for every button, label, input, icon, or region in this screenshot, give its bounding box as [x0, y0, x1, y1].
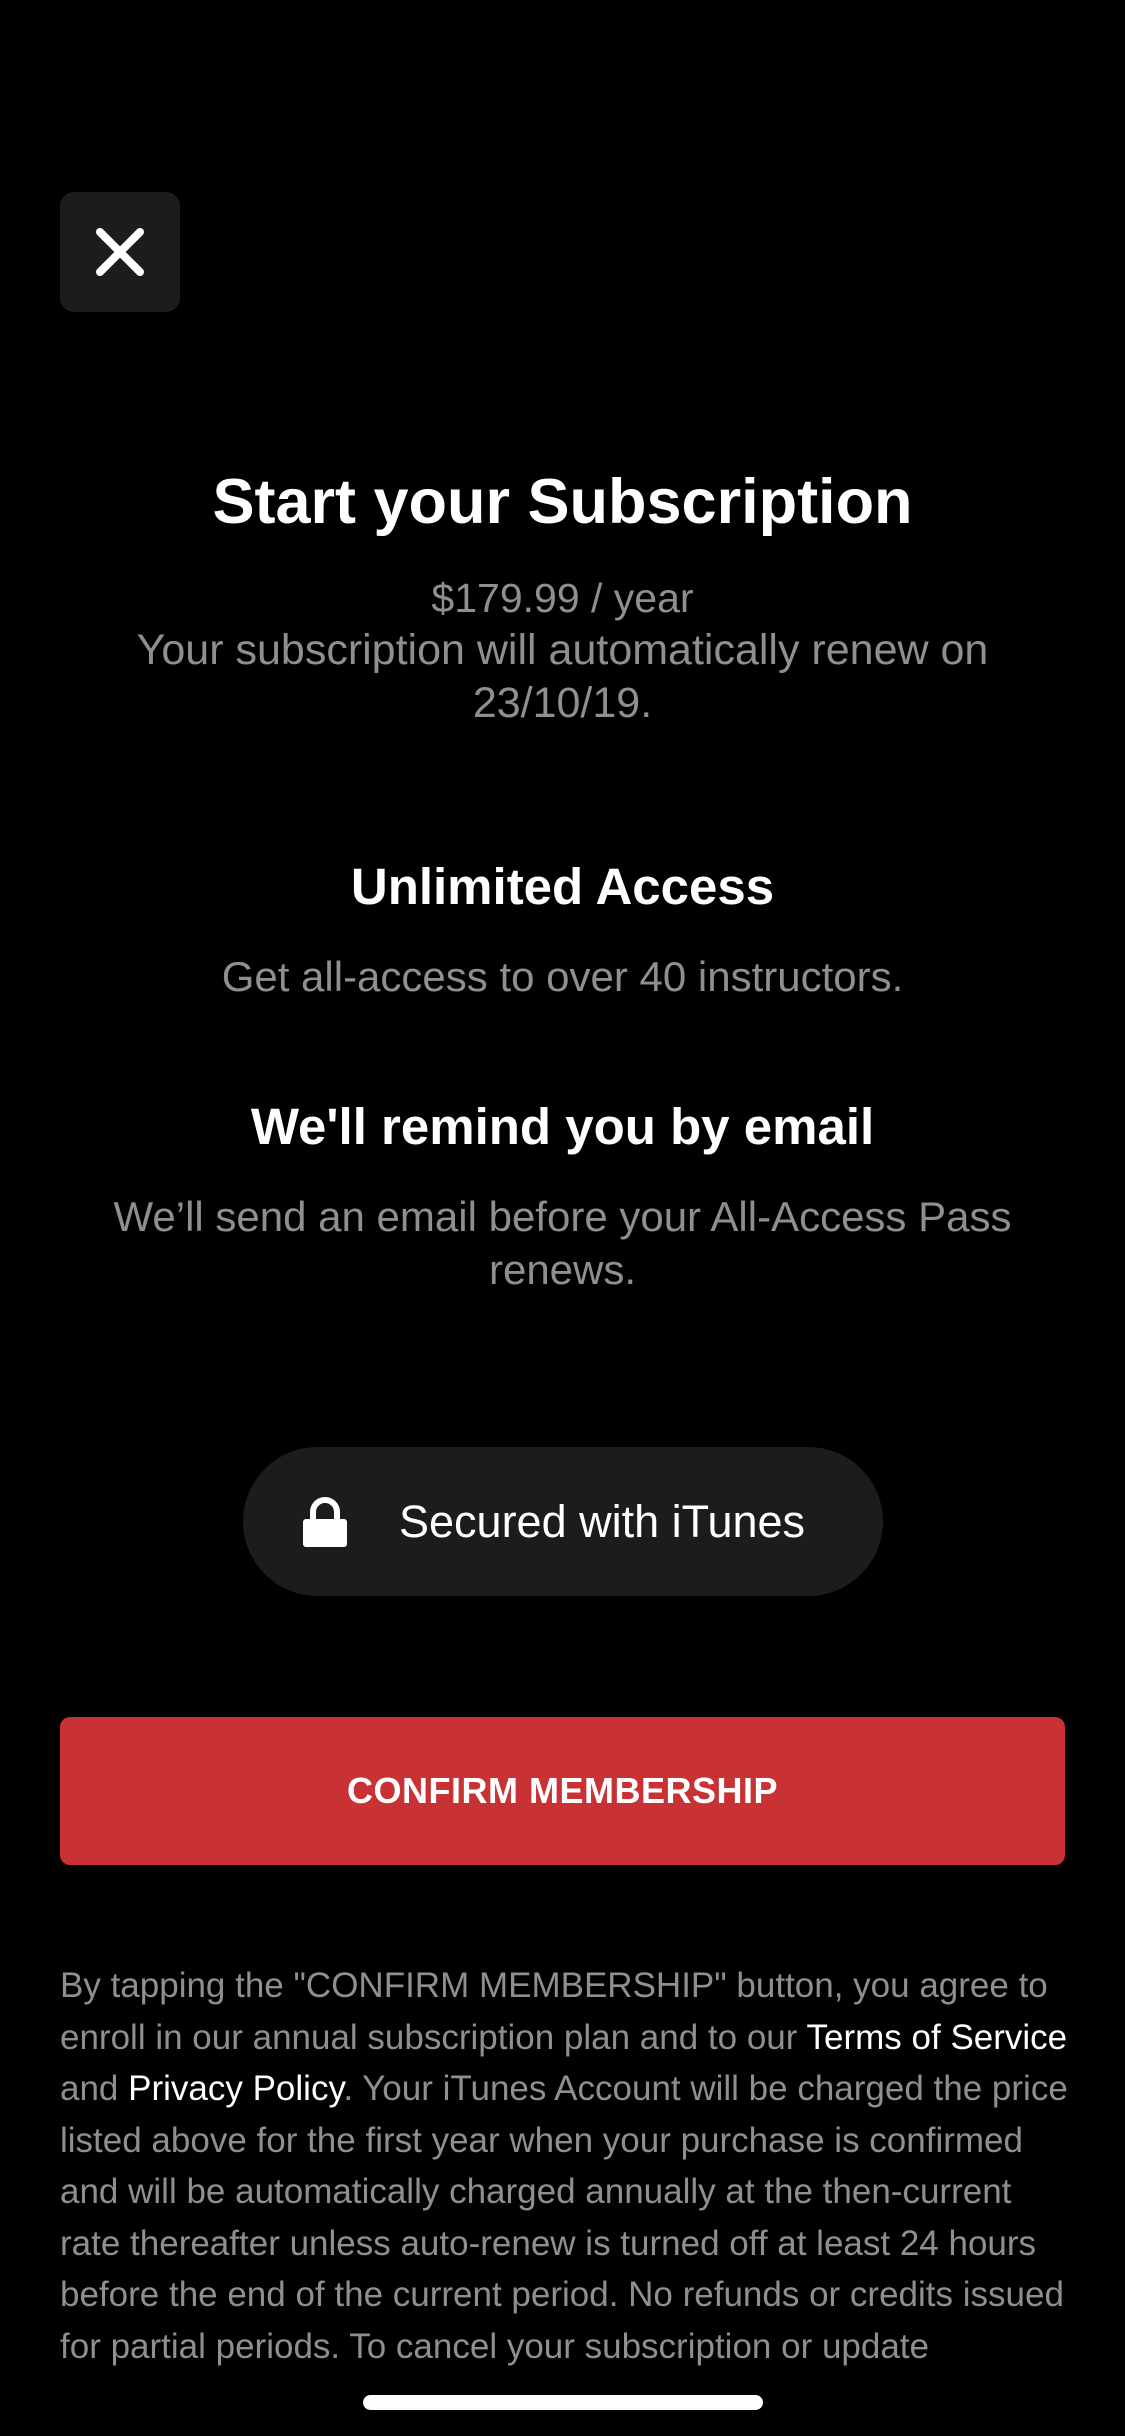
home-indicator[interactable] — [363, 2395, 763, 2410]
close-button[interactable] — [60, 192, 180, 312]
renew-text: Your subscription will automatically ren… — [136, 626, 989, 727]
privacy-policy-link[interactable]: Privacy Policy — [128, 2069, 343, 2108]
feature-description-email-reminder: We’ll send an email before your All-Acce… — [113, 1193, 1012, 1293]
confirm-membership-button[interactable]: CONFIRM MEMBERSHIP — [60, 1717, 1065, 1865]
lock-icon — [303, 1496, 347, 1547]
feature-title-unlimited-access: Unlimited Access — [350, 858, 775, 915]
legal-text-and: and — [60, 2069, 129, 2108]
legal-text-part2: . Your iTunes Account will be charged th… — [60, 2069, 1068, 2366]
terms-of-service-link[interactable]: Terms of Service — [807, 2018, 1068, 2057]
feature-description-unlimited-access: Get all-access to over 40 instructors. — [221, 953, 904, 1000]
legal-text: By tapping the "CONFIRM MEMBERSHIP" butt… — [60, 1960, 1070, 2372]
price-text: $179.99 / year — [431, 575, 694, 621]
secured-with-itunes-badge: Secured with iTunes — [243, 1447, 883, 1596]
feature-title-email-reminder: We'll remind you by email — [250, 1098, 875, 1155]
page-title: Start your Subscription — [212, 467, 913, 537]
close-icon — [96, 228, 144, 276]
secured-label: Secured with iTunes — [399, 1495, 806, 1547]
